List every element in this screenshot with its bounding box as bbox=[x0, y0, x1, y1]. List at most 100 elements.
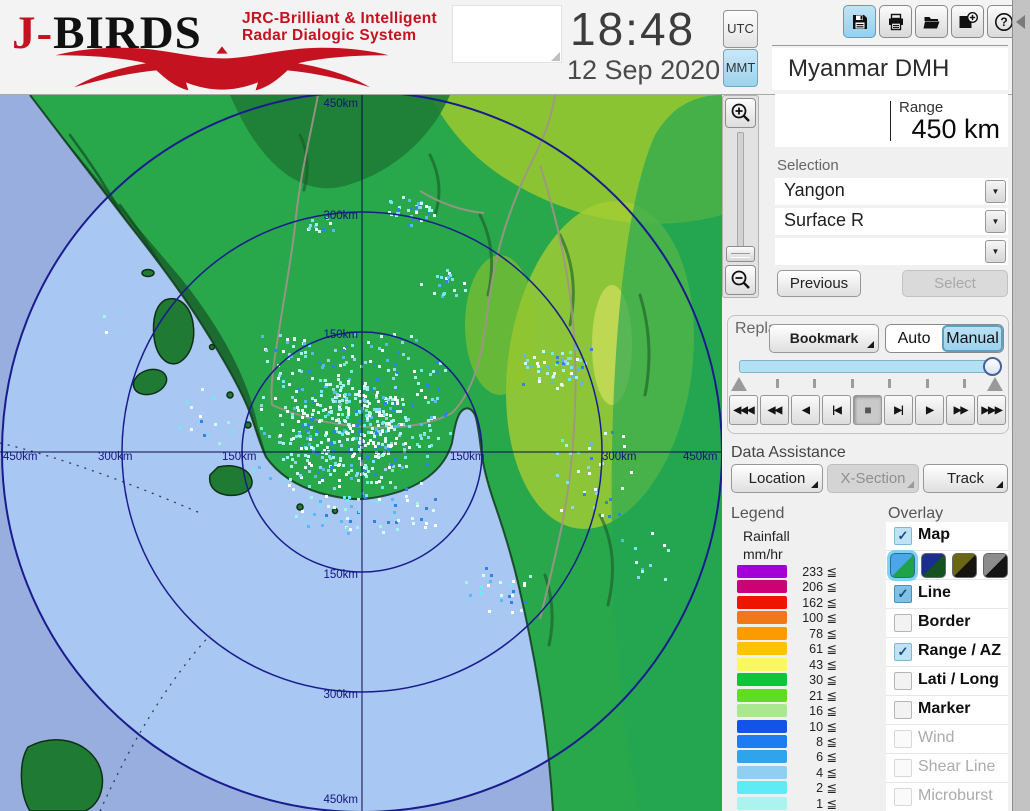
zoom-slider-handle[interactable] bbox=[726, 246, 755, 262]
checkbox-border[interactable] bbox=[894, 614, 912, 632]
timezone-mmt-button[interactable]: MMT bbox=[723, 49, 758, 87]
ring-label: 300km bbox=[98, 451, 133, 463]
location-label: Location bbox=[748, 470, 806, 487]
legend-threshold: 1 ≦ bbox=[816, 796, 837, 811]
print-button[interactable] bbox=[879, 5, 912, 38]
checkbox-lati-long[interactable] bbox=[894, 672, 912, 690]
chevron-down-icon[interactable]: ▼ bbox=[985, 180, 1006, 203]
ring-label: 450km bbox=[683, 451, 718, 463]
extra-dropdown[interactable]: ▼ bbox=[775, 238, 1008, 265]
previous-button[interactable]: Previous bbox=[777, 270, 861, 297]
checkbox-range-az[interactable]: ✓ bbox=[894, 643, 912, 661]
playback-button-7[interactable]: ▶▶ bbox=[946, 395, 975, 425]
save-button[interactable] bbox=[843, 5, 876, 38]
overlay-item-label: Wind bbox=[918, 729, 955, 746]
overlay-row-map: ✓ Map bbox=[886, 522, 1008, 551]
range-start-marker[interactable] bbox=[731, 377, 747, 391]
playback-button-8[interactable]: ▶▶▶ bbox=[977, 395, 1006, 425]
zoom-in-button[interactable] bbox=[725, 98, 756, 128]
track-button[interactable]: Track bbox=[923, 464, 1008, 493]
logo-tagline-line1: JRC-Brilliant & Intelligent bbox=[242, 10, 437, 27]
map-style-swatch-1[interactable] bbox=[921, 553, 946, 578]
legend-row: 61 ≦ bbox=[737, 642, 857, 657]
open-file-button[interactable] bbox=[915, 5, 948, 38]
legend-threshold: 233 ≦ bbox=[802, 565, 837, 579]
logo-tagline: JRC-Brilliant & Intelligent Radar Dialog… bbox=[242, 10, 437, 44]
range-value: 450 km bbox=[911, 114, 1000, 144]
logo-tagline-line2: Radar Dialogic System bbox=[242, 27, 417, 44]
replay-slider-track[interactable] bbox=[739, 360, 1001, 373]
checkbox-marker[interactable] bbox=[894, 701, 912, 719]
playback-button-4[interactable]: ■ bbox=[853, 395, 882, 425]
magnifier-plus-icon bbox=[731, 103, 750, 122]
ring-label: 300km bbox=[323, 689, 358, 701]
map-style-swatch-3[interactable] bbox=[983, 553, 1008, 578]
legend-color-swatch bbox=[737, 765, 787, 779]
playback-button-0[interactable]: ◀◀◀ bbox=[729, 395, 758, 425]
legend-row: 6 ≦ bbox=[737, 750, 857, 764]
replay-slider-handle[interactable] bbox=[983, 357, 1002, 376]
overlay-item-label: Marker bbox=[918, 700, 971, 717]
panel-collapse-strip[interactable] bbox=[1012, 0, 1030, 811]
legend-color-swatch bbox=[737, 611, 787, 625]
timezone-utc-button[interactable]: UTC bbox=[723, 10, 758, 48]
overlay-item-label: Lati / Long bbox=[918, 671, 999, 688]
zoom-out-button[interactable] bbox=[725, 265, 756, 295]
ring-label: 150km bbox=[323, 569, 358, 581]
map-style-swatch-0[interactable] bbox=[890, 553, 915, 578]
overlay-item-label: Line bbox=[918, 584, 951, 601]
playback-button-1[interactable]: ◀◀ bbox=[760, 395, 789, 425]
bookmark-button[interactable]: Bookmark bbox=[769, 324, 879, 353]
slider-tick bbox=[888, 379, 892, 388]
range-end-marker[interactable] bbox=[987, 377, 1003, 391]
playback-button-2[interactable]: ◀ bbox=[791, 395, 820, 425]
zoom-slider-track[interactable] bbox=[737, 132, 744, 262]
divider bbox=[772, 45, 1008, 46]
product-dropdown-value: Surface R bbox=[784, 210, 865, 230]
save-icon bbox=[852, 14, 867, 29]
collapse-arrow-icon bbox=[1016, 15, 1025, 29]
chevron-down-icon[interactable]: ▼ bbox=[985, 210, 1006, 233]
resize-corner-icon bbox=[551, 52, 560, 61]
playback-button-3[interactable]: |◀ bbox=[822, 395, 851, 425]
overlay-item-label: Map bbox=[918, 526, 950, 543]
site-dropdown[interactable]: Yangon ▼ bbox=[775, 178, 1008, 205]
radar-map[interactable]: 450km 300km 150km 150km 300km 450km 450km 300km… bbox=[0, 91, 723, 811]
overlay-item-label: Range / AZ bbox=[918, 642, 1001, 659]
legend-color-swatch bbox=[737, 688, 787, 702]
checkbox-line[interactable]: ✓ bbox=[894, 585, 912, 603]
overlay-item-label: Microburst bbox=[918, 787, 993, 804]
capture-image-button[interactable] bbox=[951, 5, 984, 38]
playback-button-6[interactable]: ▶ bbox=[915, 395, 944, 425]
auto-manual-toggle: Auto Manual bbox=[885, 324, 1004, 353]
map-style-swatch-2[interactable] bbox=[952, 553, 977, 578]
legend-color-swatch bbox=[737, 673, 787, 687]
legend-color-swatch bbox=[737, 734, 787, 748]
location-button[interactable]: Location bbox=[731, 464, 823, 493]
checkbox-microburst bbox=[894, 788, 912, 806]
legend-row: 10 ≦ bbox=[737, 719, 857, 734]
select-button[interactable]: Select bbox=[902, 270, 1008, 297]
map-zoom-control bbox=[722, 95, 759, 298]
legend-color-swatch bbox=[737, 626, 787, 640]
auto-button[interactable]: Auto bbox=[886, 325, 942, 352]
clock-date: 12 Sep 2020 bbox=[567, 55, 721, 85]
checkbox-wind bbox=[894, 730, 912, 748]
legend-threshold: 61 ≦ bbox=[809, 642, 837, 657]
legend-threshold: 206 ≦ bbox=[802, 580, 837, 595]
legend-row: 2 ≦ bbox=[737, 781, 857, 795]
legend-color-swatch bbox=[737, 565, 787, 578]
checkbox-map[interactable]: ✓ bbox=[894, 527, 912, 545]
manual-button[interactable]: Manual bbox=[942, 325, 1003, 352]
menu-corner-icon bbox=[867, 341, 874, 348]
chevron-down-icon[interactable]: ▼ bbox=[985, 240, 1006, 263]
legend-threshold: 10 ≦ bbox=[809, 719, 837, 734]
toolbar: ? bbox=[843, 5, 1020, 38]
playback-button-5[interactable]: ▶| bbox=[884, 395, 913, 425]
product-dropdown[interactable]: Surface R ▼ bbox=[775, 208, 1008, 235]
station-box: Myanmar DMH bbox=[772, 48, 1008, 90]
x-section-label: X-Section bbox=[840, 470, 906, 487]
legend-threshold: 8 ≦ bbox=[816, 734, 837, 749]
legend-threshold: 4 ≦ bbox=[816, 765, 837, 780]
legend-threshold: 162 ≦ bbox=[802, 595, 837, 610]
